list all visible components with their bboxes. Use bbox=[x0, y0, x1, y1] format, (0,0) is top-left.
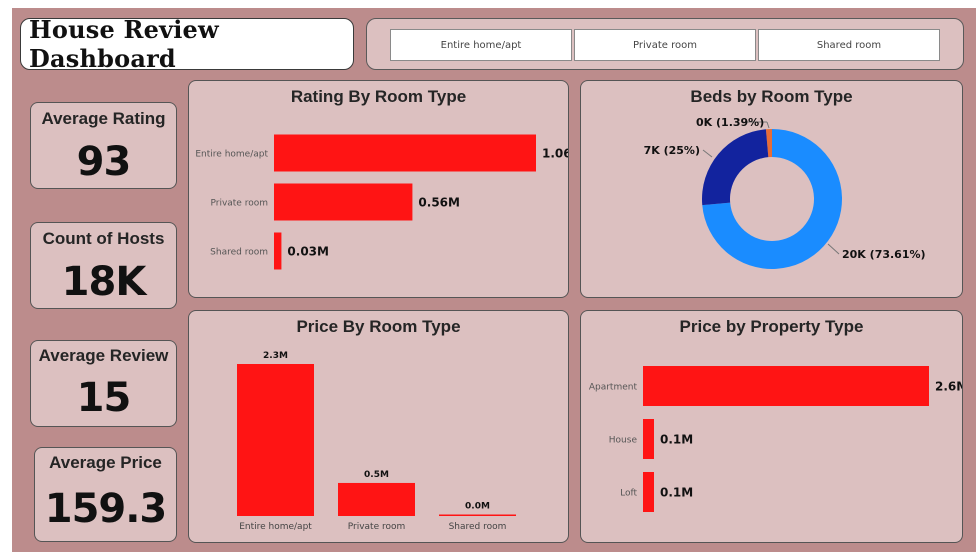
data-label-apartment: 2.6M bbox=[935, 380, 962, 394]
rating-by-room-type-chart: Entire home/apt 1.06M Private room 0.56M Sha… bbox=[195, 134, 568, 270]
price-by-room-type-chart: 2.3M Entire home/apt 0.5M Private room 0.0M S… bbox=[237, 351, 516, 532]
bar-entire-home-apt bbox=[274, 134, 536, 172]
kpi-title: Average Review bbox=[38, 346, 169, 365]
title-box: House Review Dashboard bbox=[20, 15, 354, 73]
bar-house bbox=[643, 419, 654, 459]
category-label-loft: Loft bbox=[620, 489, 637, 499]
data-label-shared-room: 0.03M bbox=[287, 245, 329, 259]
slicer-option-shared-room[interactable]: Shared room bbox=[758, 29, 940, 61]
beds-by-room-type-chart: 20K (73.61%) 7K (25%) 0K (1.39%) bbox=[644, 116, 926, 269]
leader-line-small-tail bbox=[766, 121, 770, 129]
price-by-property-type-panel: Price by Property Type Apartment2.6MHous… bbox=[580, 310, 963, 543]
data-label-private-room: 0.56M bbox=[418, 196, 460, 210]
rating-by-room-type-panel: Rating By Room Type Entire home/apt1.06M… bbox=[188, 80, 569, 298]
kpi-title: Average Price bbox=[49, 453, 162, 472]
price-by-property-type-chart: Apartment 2.6M House 0.1M Loft 0.1M bbox=[589, 366, 962, 512]
bar-private-room bbox=[274, 183, 413, 221]
data-label-house: 0.1M bbox=[660, 433, 693, 447]
bar-shared-room bbox=[439, 514, 516, 516]
data-label-large: 20K (73.61%) bbox=[842, 248, 926, 261]
bar-loft bbox=[643, 472, 654, 512]
kpi-title: Count of Hosts bbox=[42, 229, 165, 248]
beds-by-room-type-panel: Beds by Room Type 20K (73.61%) 7K (25%) 0K… bbox=[580, 80, 963, 298]
leader-line-large bbox=[827, 243, 840, 255]
category-label-shared-room: Shared room bbox=[449, 522, 507, 532]
kpi-card-count-of-hosts: Count of Hosts 18K bbox=[30, 222, 177, 309]
room-type-slicer: Entire home/apt Private room Shared room bbox=[366, 18, 964, 70]
bar-apartment bbox=[643, 366, 929, 406]
slicer-option-private-room[interactable]: Private room bbox=[574, 29, 756, 61]
bar-entire-home-apt bbox=[237, 364, 314, 516]
donut-segment-medium bbox=[702, 129, 769, 206]
kpi-value: 93 bbox=[76, 139, 132, 185]
data-label-private-room: 0.5M bbox=[364, 470, 389, 480]
category-label-private-room: Private room bbox=[210, 199, 268, 209]
data-label-medium: 7K (25%) bbox=[644, 144, 700, 157]
category-label-house: House bbox=[609, 436, 638, 446]
bar-shared-room bbox=[274, 232, 282, 270]
kpi-value: 18K bbox=[61, 259, 147, 305]
data-label-small: 0K (1.39%) bbox=[696, 116, 764, 129]
kpi-card-average-price: Average Price 159.3 bbox=[34, 447, 177, 542]
leader-line-medium bbox=[702, 149, 713, 158]
category-label-entire-home-apt: Entire home/apt bbox=[239, 522, 312, 532]
slicer-option-entire-home[interactable]: Entire home/apt bbox=[390, 29, 572, 61]
kpi-card-average-rating: Average Rating 93 bbox=[30, 102, 177, 189]
kpi-value: 15 bbox=[76, 375, 132, 421]
category-label-entire-home-apt: Entire home/apt bbox=[195, 150, 268, 160]
price-by-room-type-panel: Price By Room Type 2.3M Entire home/apt 0.… bbox=[188, 310, 569, 543]
data-label-entire-home-apt: 1.06M bbox=[542, 147, 568, 161]
kpi-title: Average Rating bbox=[41, 109, 166, 128]
category-label-apartment: Apartment bbox=[589, 383, 638, 393]
page-title: House Review Dashboard bbox=[29, 15, 219, 73]
kpi-card-average-review: Average Review 15 bbox=[30, 340, 177, 427]
data-label-entire-home-apt: 2.3M bbox=[263, 351, 288, 361]
data-label-loft: 0.1M bbox=[660, 486, 693, 500]
category-label-private-room: Private room bbox=[348, 522, 406, 532]
category-label-shared-room: Shared room bbox=[210, 248, 268, 258]
kpi-value: 159.3 bbox=[44, 486, 168, 532]
bar-private-room bbox=[338, 482, 415, 516]
data-label-shared-room: 0.0M bbox=[465, 502, 490, 512]
